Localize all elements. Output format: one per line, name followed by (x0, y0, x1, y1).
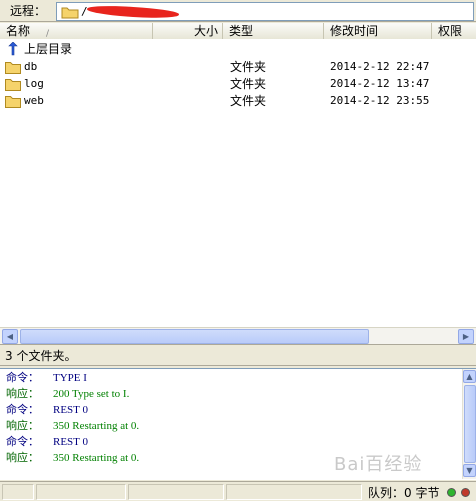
table-row[interactable]: log 文件夹 2014-2-12 13:47 (0, 76, 476, 92)
log-line-label: 响应： (6, 387, 39, 400)
log-line-label: 命令： (6, 403, 39, 416)
redaction-scribble (86, 3, 180, 21)
folder-icon (5, 62, 21, 74)
folder-icon (5, 96, 21, 108)
remote-file-list[interactable]: 上层目录 db 文件夹 2014-2-12 22:47 log 文件夹 2014… (0, 39, 476, 327)
scroll-down-icon[interactable]: ▼ (463, 464, 476, 477)
transfer-led-green-icon (447, 488, 456, 497)
log-line-text: REST 0 (53, 436, 88, 448)
log-line-text: TYPE I (53, 372, 87, 384)
file-modified: 2014-2-12 23:55 (330, 94, 430, 107)
transfer-led-red-icon (461, 488, 470, 497)
log-line-label: 响应： (6, 419, 39, 432)
column-perm-label: 权限 (438, 24, 463, 38)
file-modified: 2014-2-12 22:47 (330, 60, 430, 73)
up-arrow-icon (8, 42, 18, 56)
column-header-modified[interactable]: 修改时间 (324, 23, 432, 39)
status-bar: 队列：0 字节 (0, 481, 476, 501)
log-vertical-scrollbar[interactable]: ▲ ▼ (462, 369, 476, 479)
file-type: 文件夹 (230, 77, 267, 91)
status-cell (128, 484, 224, 500)
baidu-watermark: Bai百经验 (334, 454, 423, 475)
horizontal-scrollbar[interactable]: ◀ ▶ (0, 327, 476, 344)
file-name: web (24, 94, 44, 107)
log-line-text: 350 Restarting at 0. (53, 452, 140, 464)
column-header-type[interactable]: 类型 (223, 23, 324, 39)
remote-path-bar: 远程： / (0, 0, 476, 22)
column-size-label: 大小 (193, 24, 218, 38)
column-modified-label: 修改时间 (330, 24, 379, 38)
column-name-label: 名称 (6, 24, 31, 38)
folder-count-text: 3 个文件夹。 (5, 349, 77, 363)
file-type: 文件夹 (230, 60, 267, 74)
folder-icon (61, 7, 79, 19)
file-modified: 2014-2-12 13:47 (330, 77, 430, 90)
queue-size-text: 队列：0 字节 (368, 486, 440, 500)
log-line-label: 命令： (6, 435, 39, 448)
log-line-text: 350 Restarting at 0. (53, 420, 140, 432)
log-line-label: 响应： (6, 451, 39, 464)
remote-label: 远程： (10, 4, 47, 18)
scroll-right-icon[interactable]: ▶ (458, 329, 474, 344)
log-line-label: 命令： (6, 371, 39, 384)
scroll-left-icon[interactable]: ◀ (2, 329, 18, 344)
vertical-scroll-thumb[interactable] (464, 385, 476, 463)
file-name: log (24, 77, 44, 90)
status-cell (226, 484, 362, 500)
column-type-label: 类型 (229, 24, 254, 38)
parent-directory-label: 上层目录 (24, 42, 73, 56)
column-header-permissions[interactable]: 权限 (432, 23, 476, 39)
file-name: db (24, 60, 38, 73)
remote-path-text: / (81, 5, 88, 18)
file-list-status: 3 个文件夹。 (0, 344, 476, 366)
remote-path-input[interactable]: / (56, 2, 474, 21)
parent-directory-row[interactable]: 上层目录 (0, 41, 476, 57)
file-type: 文件夹 (230, 94, 267, 108)
folder-icon (5, 79, 21, 91)
log-line-text: 200 Type set to I. (53, 388, 130, 400)
column-header-name[interactable]: 名称 / (0, 23, 153, 39)
status-cell (36, 484, 126, 500)
status-cell (2, 484, 34, 500)
table-row[interactable]: web 文件夹 2014-2-12 23:55 (0, 93, 476, 109)
scroll-up-icon[interactable]: ▲ (463, 370, 476, 383)
table-row[interactable]: db 文件夹 2014-2-12 22:47 (0, 59, 476, 75)
log-line-text: REST 0 (53, 404, 88, 416)
column-header-size[interactable]: 大小 (153, 23, 223, 39)
horizontal-scroll-thumb[interactable] (20, 329, 369, 344)
file-list-header: 名称 / 大小 类型 修改时间 权限 (0, 23, 476, 39)
